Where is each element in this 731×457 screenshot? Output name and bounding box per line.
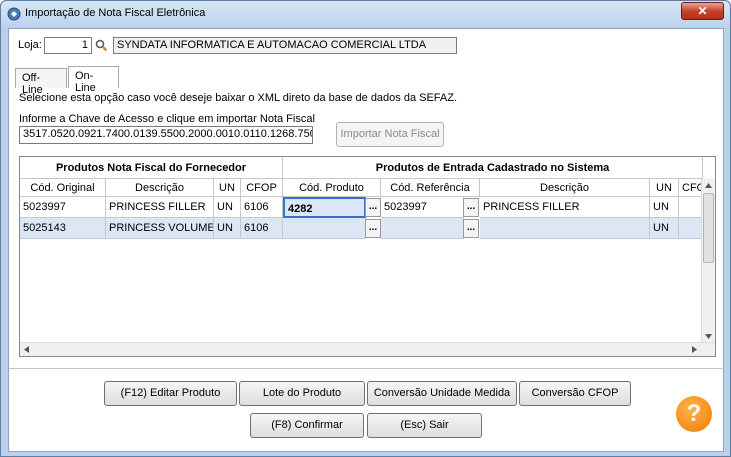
- lookup-produto-button[interactable]: ...: [365, 219, 381, 238]
- col-un[interactable]: UN: [214, 179, 241, 197]
- cell-descricao[interactable]: PRINCESS VOLUME: [106, 218, 214, 239]
- chave-acesso-input[interactable]: 3517.0520.0921.7400.0139.5500.2000.0010.…: [19, 126, 313, 144]
- cell-descricao-sistema[interactable]: PRINCESS FILLER: [480, 197, 650, 218]
- instruction-text: Selecione esta opção caso você deseje ba…: [19, 92, 458, 104]
- app-icon: [7, 7, 21, 21]
- cell-cod-original[interactable]: 5025143: [20, 218, 106, 239]
- vertical-scrollbar[interactable]: [701, 179, 715, 343]
- cell-cfop[interactable]: 6106: [241, 218, 283, 239]
- col-descricao[interactable]: Descrição: [106, 179, 214, 197]
- loja-input[interactable]: 1: [44, 37, 92, 54]
- window-title: Importação de Nota Fiscal Eletrônica: [25, 7, 206, 19]
- cell-cod-referencia[interactable]: [381, 218, 464, 239]
- lookup-referencia-button[interactable]: ...: [463, 198, 479, 217]
- cell-un[interactable]: UN: [214, 218, 241, 239]
- company-name-field: SYNDATA INFORMATICA E AUTOMACAO COMERCIA…: [113, 37, 457, 54]
- col-cod-produto[interactable]: Cód. Produto: [283, 179, 381, 197]
- cell-descricao-sistema[interactable]: [480, 218, 650, 239]
- title-bar: Importação de Nota Fiscal Eletrônica ✕: [1, 1, 730, 27]
- group-system-header: Produtos de Entrada Cadastrado no Sistem…: [283, 157, 703, 179]
- client-area: Loja: 1 SYNDATA INFORMATICA E AUTOMACAO …: [8, 28, 725, 452]
- scroll-right-icon[interactable]: [690, 345, 699, 354]
- conversao-cfop-button[interactable]: Conversão CFOP: [519, 381, 631, 406]
- help-icon[interactable]: ?: [676, 396, 712, 432]
- col-cfop[interactable]: CFOP: [241, 179, 283, 197]
- tab-off-line[interactable]: Off-Line: [15, 68, 67, 96]
- search-icon[interactable]: [95, 39, 108, 52]
- col-un-sistema[interactable]: UN: [650, 179, 679, 197]
- lookup-produto-button[interactable]: ...: [365, 198, 381, 217]
- divider: [9, 368, 725, 369]
- scroll-up-icon[interactable]: [704, 181, 713, 190]
- cell-cfop-sistema[interactable]: [679, 197, 703, 218]
- lote-produto-button[interactable]: Lote do Produto: [239, 381, 365, 406]
- import-button[interactable]: Importar Nota Fiscal: [336, 122, 444, 147]
- main-window: Importação de Nota Fiscal Eletrônica ✕ L…: [0, 0, 731, 457]
- cell-un[interactable]: UN: [214, 197, 241, 218]
- lookup-referencia-button[interactable]: ...: [463, 219, 479, 238]
- horizontal-scrollbar[interactable]: [20, 342, 715, 356]
- col-descricao-sistema[interactable]: Descrição: [480, 179, 650, 197]
- cell-cod-referencia[interactable]: 5023997: [381, 197, 464, 218]
- editar-produto-button[interactable]: (F12) Editar Produto: [104, 381, 237, 406]
- cell-cfop-sistema[interactable]: [679, 218, 703, 239]
- conversao-unidade-button[interactable]: Conversão Unidade Medida: [367, 381, 517, 406]
- cell-un-sistema[interactable]: UN: [650, 218, 679, 239]
- cell-un-sistema[interactable]: UN: [650, 197, 679, 218]
- col-cod-original[interactable]: Cód. Original: [20, 179, 106, 197]
- group-supplier-header: Produtos Nota Fiscal do Fornecedor: [20, 157, 283, 179]
- cell-descricao[interactable]: PRINCESS FILLER: [106, 197, 214, 218]
- close-button[interactable]: ✕: [681, 2, 724, 20]
- col-cfop-sistema[interactable]: CFOP: [679, 179, 703, 197]
- scroll-left-icon[interactable]: [22, 345, 31, 354]
- confirmar-button[interactable]: (F8) Confirmar: [250, 413, 364, 438]
- col-cod-referencia[interactable]: Cód. Referência: [381, 179, 480, 197]
- loja-label: Loja:: [18, 39, 42, 51]
- scroll-thumb[interactable]: [703, 193, 714, 263]
- chave-label: Informe a Chave de Acesso e clique em im…: [19, 113, 315, 125]
- scroll-down-icon[interactable]: [704, 332, 713, 341]
- cell-cod-original[interactable]: 5023997: [20, 197, 106, 218]
- sair-button[interactable]: (Esc) Sair: [367, 413, 482, 438]
- products-grid: Produtos Nota Fiscal do Fornecedor Produ…: [19, 156, 716, 357]
- cell-cod-produto[interactable]: [283, 218, 366, 239]
- tab-on-line[interactable]: On-Line: [68, 66, 119, 94]
- cell-cod-produto-selected[interactable]: 4282: [283, 197, 366, 218]
- cell-cfop[interactable]: 6106: [241, 197, 283, 218]
